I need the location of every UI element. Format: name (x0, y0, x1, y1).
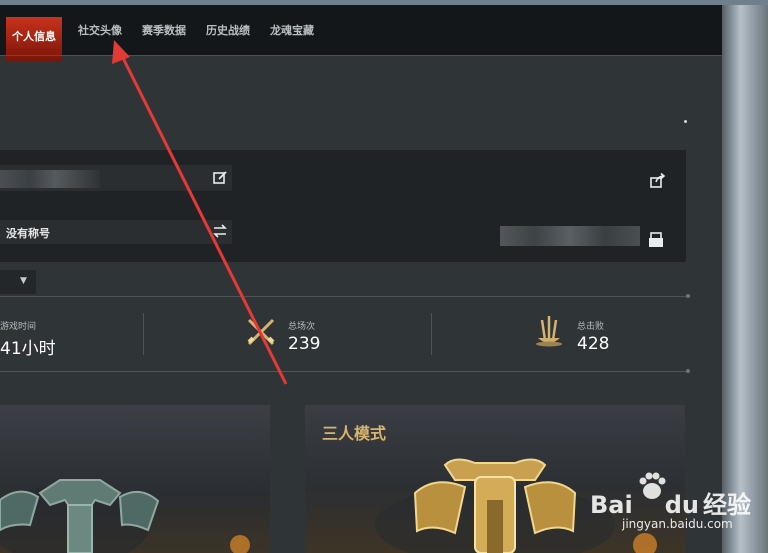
watermark-url: jingyan.baidu.com (622, 517, 733, 531)
annotation-arrow (112, 40, 288, 385)
watermark-logo-text: Bai du 经验 (590, 491, 751, 519)
